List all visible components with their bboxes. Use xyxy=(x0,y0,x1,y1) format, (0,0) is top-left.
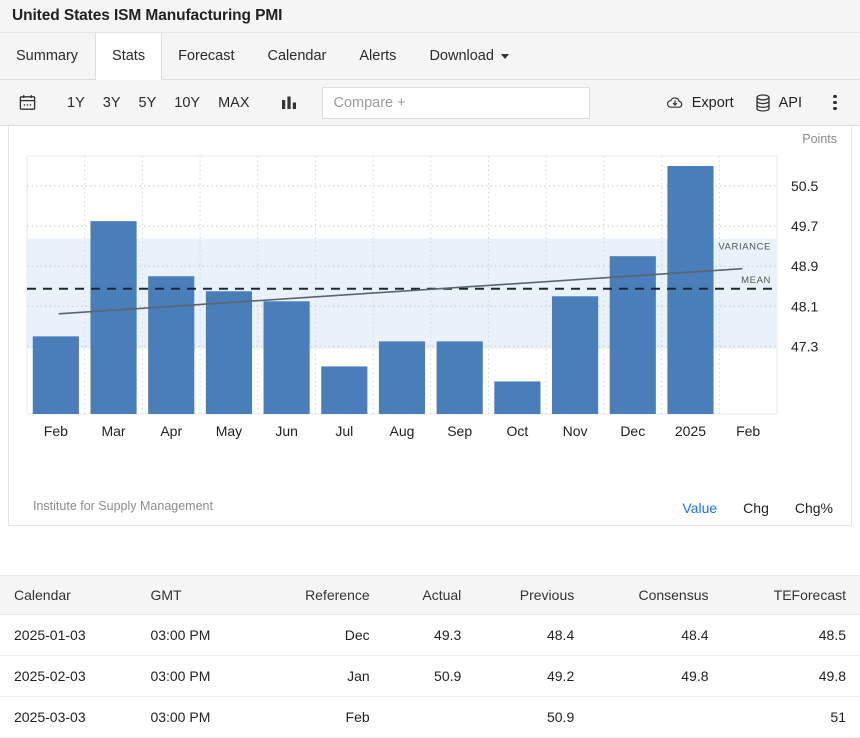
table-header-row: Calendar GMT Reference Actual Previous C… xyxy=(0,576,860,615)
tab-label: Summary xyxy=(16,48,78,64)
tab-bar: Summary Stats Forecast Calendar Alerts D… xyxy=(0,33,860,80)
x-axis-tick-label: Aug xyxy=(390,423,415,439)
col-reference[interactable]: Reference xyxy=(257,576,384,615)
cell-previous: 49.2 xyxy=(475,656,588,697)
cell-gmt: 03:00 PM xyxy=(136,697,256,738)
range-10y[interactable]: 10Y xyxy=(165,91,209,115)
page-title: United States ISM Manufacturing PMI xyxy=(12,7,282,25)
api-button[interactable]: API xyxy=(744,89,812,117)
metric-value[interactable]: Value xyxy=(682,500,717,516)
table-head: Calendar GMT Reference Actual Previous C… xyxy=(0,576,860,615)
x-axis-tick-label: May xyxy=(216,423,242,439)
tab-summary[interactable]: Summary xyxy=(0,33,95,79)
tab-label: Forecast xyxy=(178,48,234,64)
x-axis-tick-label: Jul xyxy=(335,423,353,439)
calendar-table: Calendar GMT Reference Actual Previous C… xyxy=(0,576,860,738)
tab-label: Alerts xyxy=(359,48,396,64)
cell-calendar: 2025-03-03 xyxy=(0,697,136,738)
cell-teforecast: 51 xyxy=(723,697,860,738)
table-row[interactable]: 2025-03-03 03:00 PM Feb 50.9 51 xyxy=(0,697,860,738)
x-axis-tick-label: Apr xyxy=(160,423,182,439)
chart-source: Institute for Supply Management xyxy=(33,499,213,513)
metric-toggle: Value Chg Chg% xyxy=(682,500,833,516)
cell-consensus xyxy=(588,697,722,738)
cell-gmt: 03:00 PM xyxy=(136,615,256,656)
x-axis-tick-label: Nov xyxy=(563,423,588,439)
x-axis-tick-label: Feb xyxy=(736,423,760,439)
col-consensus[interactable]: Consensus xyxy=(588,576,722,615)
cell-previous: 50.9 xyxy=(475,697,588,738)
cell-consensus: 48.4 xyxy=(588,615,722,656)
x-axis-tick-label: 2025 xyxy=(675,423,706,439)
calendar-table-wrap: Calendar GMT Reference Actual Previous C… xyxy=(0,575,860,738)
col-calendar[interactable]: Calendar xyxy=(0,576,136,615)
compare-input[interactable] xyxy=(322,87,590,119)
cell-teforecast: 48.5 xyxy=(723,615,860,656)
col-actual[interactable]: Actual xyxy=(384,576,476,615)
table-row[interactable]: 2025-02-03 03:00 PM Jan 50.9 49.2 49.8 4… xyxy=(0,656,860,697)
cell-reference: Jan xyxy=(257,656,384,697)
x-axis-tick-label: Mar xyxy=(101,423,125,439)
cell-actual: 49.3 xyxy=(384,615,476,656)
export-label: Export xyxy=(692,95,734,111)
chart-plot[interactable]: VARIANCE MEAN 50.5 49.7 48.9 48.1 47.3 Feb Mar Ap… xyxy=(9,126,853,526)
range-5y[interactable]: 5Y xyxy=(130,91,166,115)
metric-chgpct[interactable]: Chg% xyxy=(795,500,833,516)
x-axis-tick-label: Dec xyxy=(620,423,645,439)
y-axis-tick-label: 47.3 xyxy=(791,338,818,354)
cell-teforecast: 49.8 xyxy=(723,656,860,697)
metric-chg[interactable]: Chg xyxy=(743,500,769,516)
cell-consensus: 49.8 xyxy=(588,656,722,697)
x-axis-tick-label: Sep xyxy=(447,423,472,439)
col-teforecast[interactable]: TEForecast xyxy=(723,576,860,615)
tab-download[interactable]: Download xyxy=(413,33,526,79)
cell-reference: Dec xyxy=(257,615,384,656)
cell-reference: Feb xyxy=(257,697,384,738)
cell-calendar: 2025-01-03 xyxy=(0,615,136,656)
table-row[interactable]: 2025-01-03 03:00 PM Dec 49.3 48.4 48.4 4… xyxy=(0,615,860,656)
variance-label: VARIANCE xyxy=(718,242,771,253)
tab-label: Download xyxy=(429,48,494,64)
col-gmt[interactable]: GMT xyxy=(136,576,256,615)
mean-label: MEAN xyxy=(741,275,771,286)
range-max[interactable]: MAX xyxy=(209,91,258,115)
toolbar-right-actions: Export API xyxy=(655,89,848,117)
kebab-menu-icon[interactable] xyxy=(822,89,848,117)
tab-stats[interactable]: Stats xyxy=(95,33,162,80)
y-axis-tick-label: 48.1 xyxy=(791,298,818,314)
cell-previous: 48.4 xyxy=(475,615,588,656)
chart-svg[interactable]: VARIANCE MEAN 50.5 49.7 48.9 48.1 47.3 Feb Mar Ap… xyxy=(9,126,853,526)
cell-calendar: 2025-02-03 xyxy=(0,656,136,697)
export-button[interactable]: Export xyxy=(655,89,744,117)
range-3y[interactable]: 3Y xyxy=(94,91,130,115)
calendar-icon[interactable] xyxy=(12,88,42,118)
tab-alerts[interactable]: Alerts xyxy=(343,33,413,79)
cell-actual xyxy=(384,697,476,738)
y-axis-tick-label: 48.9 xyxy=(791,258,818,274)
y-axis-tick-label: 49.7 xyxy=(791,218,818,234)
cell-actual: 50.9 xyxy=(384,656,476,697)
bar-chart-icon[interactable] xyxy=(280,94,298,112)
chart-toolbar: 1Y 3Y 5Y 10Y MAX Export AP xyxy=(0,80,860,126)
x-axis-tick-label: Oct xyxy=(506,423,528,439)
tab-label: Stats xyxy=(112,48,145,64)
page-header: United States ISM Manufacturing PMI xyxy=(0,0,860,33)
x-axis-tick-label: Jun xyxy=(275,423,298,439)
x-axis-tick-label: Feb xyxy=(44,423,68,439)
tab-forecast[interactable]: Forecast xyxy=(162,33,251,79)
col-previous[interactable]: Previous xyxy=(475,576,588,615)
range-1y[interactable]: 1Y xyxy=(58,91,94,115)
tab-label: Calendar xyxy=(268,48,327,64)
chevron-down-icon xyxy=(501,54,509,59)
cell-gmt: 03:00 PM xyxy=(136,656,256,697)
api-label: API xyxy=(779,95,802,111)
tab-calendar[interactable]: Calendar xyxy=(252,33,344,79)
y-axis-tick-label: 50.5 xyxy=(791,178,818,194)
chart-card: Points VARIANCEMEAN50.549.748.948.147.3F… xyxy=(8,126,852,526)
table-body: 2025-01-03 03:00 PM Dec 49.3 48.4 48.4 4… xyxy=(0,615,860,738)
range-selector: 1Y 3Y 5Y 10Y MAX xyxy=(58,91,258,115)
